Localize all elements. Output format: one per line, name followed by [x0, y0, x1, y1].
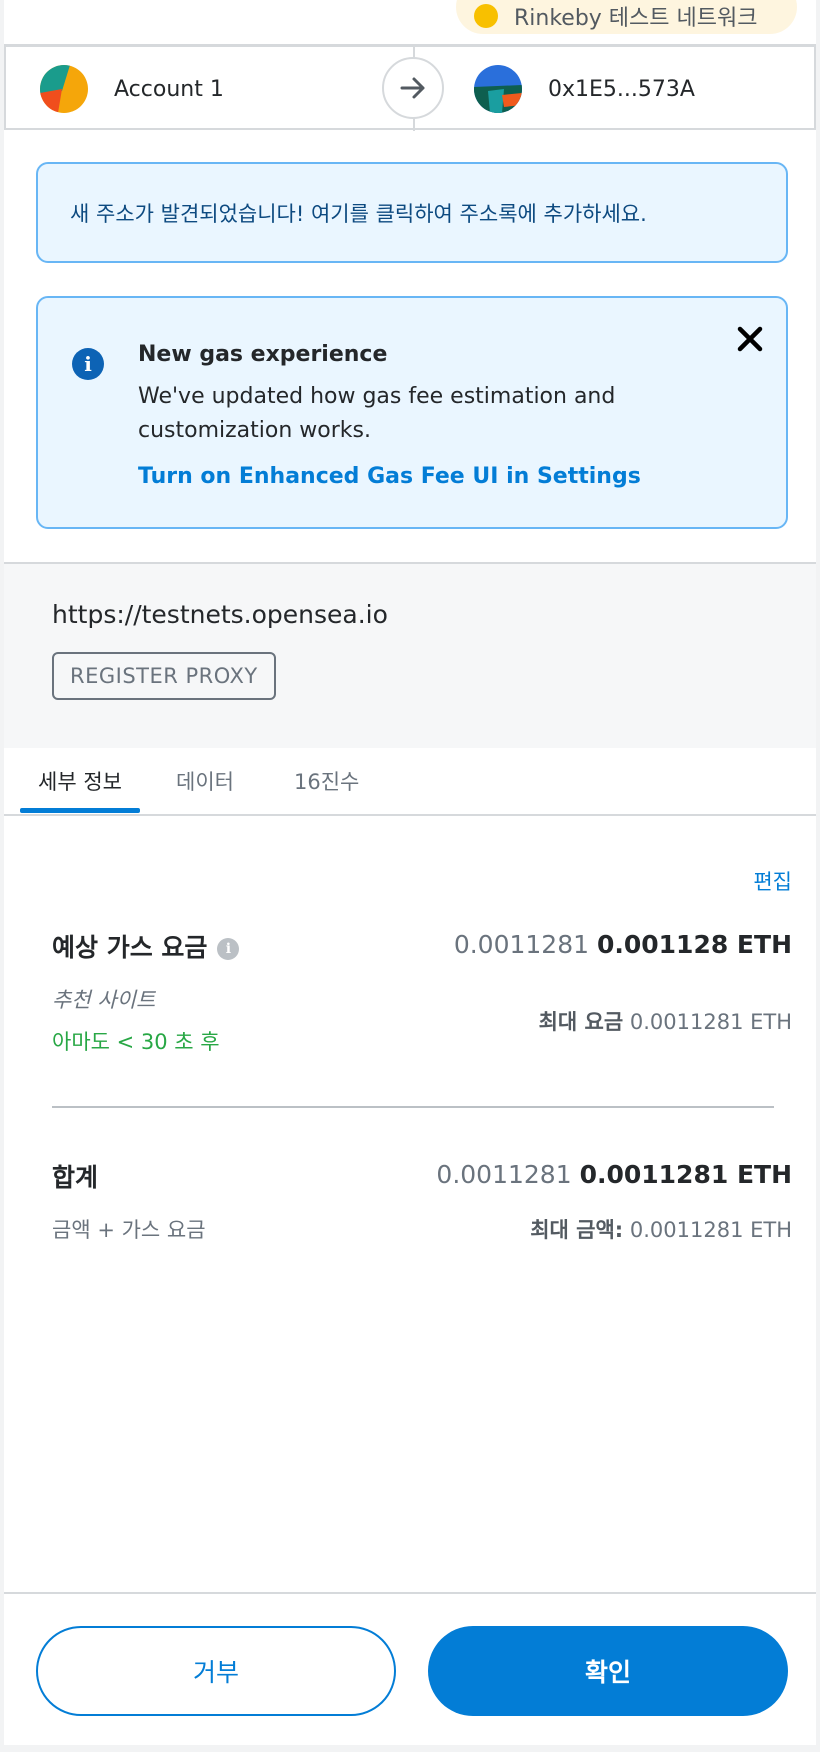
edit-gas-link[interactable]: 편집 [753, 866, 792, 896]
details-tabs: 세부 정보 데이터 16진수 [4, 748, 816, 816]
section-divider [52, 1106, 774, 1108]
confirm-button[interactable]: 확인 [428, 1626, 788, 1716]
max-amount-label: 최대 금액: [530, 1218, 624, 1242]
max-fee: 최대 요금 0.0011281 ETH [539, 1006, 792, 1036]
arrow-right-icon [382, 57, 444, 119]
network-status-dot [474, 4, 498, 28]
transaction-origin: https://testnets.opensea.io REGISTER PRO… [4, 562, 816, 748]
active-tab-indicator [20, 808, 140, 813]
max-amount-value: 0.0011281 ETH [629, 1218, 792, 1242]
total-primary-amount: 0.0011281 ETH [579, 1160, 792, 1189]
recipient-avatar-icon [474, 65, 522, 113]
recipient-address: 0x1E5...573A [548, 76, 695, 102]
sender-avatar-icon [40, 65, 88, 113]
site-suggestion: 추천 사이트 [52, 988, 156, 1012]
total-secondary-amount: 0.0011281 [436, 1160, 572, 1189]
tab-details[interactable]: 세부 정보 [38, 766, 122, 796]
sender-recipient-bar: Account 1 0x1E5...573A [4, 44, 816, 131]
max-fee-label: 최대 요금 [538, 1010, 624, 1034]
new-address-notice-text: 새 주소가 발견되었습니다! 여기를 클릭하여 주소록에 추가하세요. [70, 201, 647, 226]
sender[interactable]: Account 1 [40, 65, 224, 113]
enable-enhanced-gas-link[interactable]: Turn on Enhanced Gas Fee UI in Settings [138, 464, 641, 489]
action-footer: 거부 확인 [4, 1592, 816, 1745]
new-address-notice[interactable]: 새 주소가 발견되었습니다! 여기를 클릭하여 주소록에 추가하세요. [36, 162, 788, 263]
gas-banner-title: New gas experience [138, 342, 388, 367]
sender-name: Account 1 [114, 76, 224, 102]
gas-secondary-amount: 0.0011281 [453, 930, 590, 959]
max-fee-value: 0.0011281 ETH [629, 1010, 792, 1034]
info-icon: i [72, 348, 104, 380]
origin-url: https://testnets.opensea.io [52, 600, 388, 629]
gas-info-icon[interactable]: i [217, 938, 240, 960]
total-subtext: 금액 + 가스 요금 [52, 1218, 206, 1242]
gas-experience-banner: i New gas experience We've updated how g… [36, 296, 788, 529]
confirm-transaction-page: Rinkeby 테스트 네트워크 Account 1 0x1E5...573A … [4, 0, 816, 1745]
tab-data[interactable]: 데이터 [176, 766, 234, 796]
gas-primary-amount: 0.001128 ETH [596, 930, 792, 959]
estimated-gas-label: 예상 가스 요금 i [52, 928, 240, 964]
network-display[interactable]: Rinkeby 테스트 네트워크 [456, 0, 797, 34]
method-badge: REGISTER PROXY [52, 652, 276, 700]
recipient[interactable]: 0x1E5...573A [474, 65, 695, 113]
total-label: 합계 [52, 1163, 99, 1192]
close-icon[interactable] [733, 322, 767, 356]
network-label: Rinkeby 테스트 네트워크 [514, 6, 758, 31]
estimated-gas-amount: 0.0011281 0.001128 ETH [454, 930, 792, 959]
total-amount: 0.0011281 0.0011281 ETH [436, 1160, 792, 1189]
tab-hex[interactable]: 16진수 [294, 766, 359, 796]
estimated-gas-label-text: 예상 가스 요금 [52, 933, 208, 962]
reject-button[interactable]: 거부 [36, 1626, 396, 1716]
gas-banner-body: We've updated how gas fee estimation and… [138, 384, 616, 443]
gas-timing: 아마도 < 30 초 후 [52, 1030, 220, 1054]
max-amount: 최대 금액: 0.0011281 ETH [530, 1214, 792, 1244]
